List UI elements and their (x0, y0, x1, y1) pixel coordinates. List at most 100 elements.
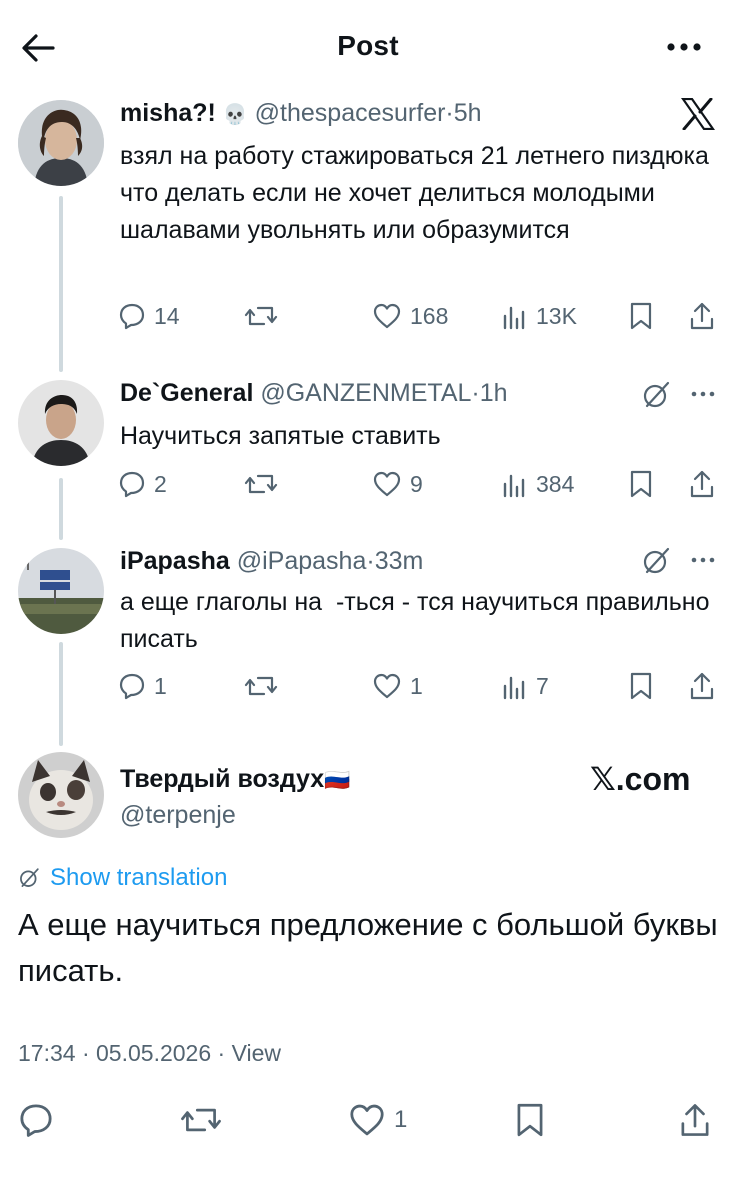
more-dots-icon[interactable] (686, 550, 720, 570)
avatar[interactable] (18, 100, 104, 186)
like-button[interactable]: 9 (372, 466, 423, 502)
display-name[interactable]: iPapasha (120, 547, 230, 575)
post-header: iPapasha @iPapasha·33m (120, 546, 423, 576)
user-handle[interactable]: @thespacesurfer (255, 99, 446, 127)
repost-button[interactable] (244, 668, 286, 704)
bookmark-button[interactable] (628, 668, 654, 704)
separator: · (445, 99, 454, 127)
like-button[interactable]: 1 (348, 1098, 407, 1142)
share-button[interactable] (678, 1098, 712, 1142)
views-button[interactable]: 13K (500, 298, 577, 334)
like-button[interactable]: 1 (372, 668, 423, 704)
xcom-watermark: 𝕏.com (590, 761, 691, 797)
grok-icon[interactable] (638, 378, 674, 412)
repost-icon (244, 470, 278, 498)
main-post-text: А еще научиться предложение с большой бу… (18, 907, 718, 988)
like-button[interactable]: 168 (372, 298, 448, 334)
post-time[interactable]: 5h (454, 99, 482, 127)
user-handle[interactable]: @GANZENMETAL (260, 379, 471, 407)
like-count: 1 (394, 1106, 408, 1133)
share-button[interactable] (688, 668, 716, 704)
repost-icon (180, 1102, 222, 1138)
post-header: misha?! 💀 @thespacesurfer·5h (120, 98, 482, 130)
show-translation-link[interactable]: Show translation (18, 864, 227, 892)
bookmark-button[interactable] (514, 1098, 546, 1142)
bookmark-button[interactable] (628, 298, 654, 334)
view-count: 13K (536, 302, 577, 329)
page-title: Post (337, 30, 399, 61)
views-link[interactable]: View (232, 1040, 281, 1066)
views-chart-icon (500, 302, 528, 330)
bookmark-button[interactable] (628, 466, 654, 502)
display-name[interactable]: misha?! (120, 99, 216, 127)
share-button[interactable] (688, 298, 716, 334)
post-time[interactable]: 1h (480, 379, 508, 407)
post-time[interactable]: 17:34 (18, 1040, 76, 1066)
more-options-button[interactable] (662, 32, 706, 62)
reply-button[interactable] (18, 1098, 62, 1142)
like-count: 168 (410, 302, 449, 329)
post-meta: 17:34 · 05.05.2026 · View (18, 1040, 281, 1067)
skull-emoji: 💀 (222, 104, 248, 126)
reply-icon (18, 1102, 54, 1138)
display-name[interactable]: Твердый воздух (120, 765, 324, 793)
top-bar: Post (0, 0, 736, 96)
separator: · (81, 1040, 90, 1066)
post-date[interactable]: 05.05.2026 (96, 1040, 211, 1066)
reply-count: 1 (154, 672, 167, 699)
post-actions: 14 168 13K (0, 298, 736, 334)
repost-button[interactable] (180, 1098, 230, 1142)
heart-icon (348, 1102, 386, 1138)
heart-icon (372, 672, 402, 700)
avatar[interactable] (18, 752, 104, 838)
post-actions: 1 1 7 (0, 668, 736, 704)
view-count: 7 (536, 672, 549, 699)
share-icon (688, 469, 716, 499)
share-icon (688, 301, 716, 331)
main-post-actions: 1 (0, 1098, 736, 1142)
reply-count: 2 (154, 470, 167, 497)
more-dots-icon (667, 43, 701, 51)
heart-icon (372, 302, 402, 330)
like-count: 9 (410, 470, 423, 497)
repost-button[interactable] (244, 466, 286, 502)
post-text: а еще глаголы на -ться - тся научиться п… (120, 588, 717, 653)
grok-icon (18, 867, 40, 889)
bookmark-icon (628, 301, 654, 331)
post-text: Научиться запятые ставить (120, 422, 441, 450)
display-name[interactable]: De`General (120, 379, 253, 407)
bookmark-icon (628, 671, 654, 701)
views-chart-icon (500, 672, 528, 700)
avatar[interactable] (18, 548, 104, 634)
main-post-header: Твердый воздух🇷🇺 (120, 764, 350, 796)
reply-button[interactable]: 1 (118, 668, 167, 704)
bookmark-icon (628, 469, 654, 499)
post-header: De`General @GANZENMETAL·1h (120, 378, 508, 408)
post-actions: 2 9 384 (0, 466, 736, 502)
separator: · (366, 547, 375, 575)
post-text: взял на работу стажироваться 21 летнего … (120, 142, 709, 244)
repost-icon (244, 672, 278, 700)
reply-count: 14 (154, 302, 180, 329)
user-handle[interactable]: @iPapasha (237, 547, 367, 575)
user-handle[interactable]: @terpenje (120, 800, 236, 830)
russia-flag-emoji: 🇷🇺 (324, 769, 351, 792)
repost-button[interactable] (244, 298, 286, 334)
show-translation-label: Show translation (50, 864, 228, 891)
like-count: 1 (410, 672, 423, 699)
reply-icon (118, 470, 146, 498)
more-dots-icon[interactable] (686, 384, 720, 404)
views-button[interactable]: 384 (500, 466, 574, 502)
repost-icon (244, 302, 278, 330)
grok-icon[interactable] (638, 544, 674, 578)
reply-button[interactable]: 14 (118, 298, 180, 334)
thread-line (59, 196, 63, 372)
reply-button[interactable]: 2 (118, 466, 167, 502)
separator: · (217, 1040, 226, 1066)
avatar[interactable] (18, 380, 104, 466)
post-time[interactable]: 33m (375, 547, 424, 575)
views-button[interactable]: 7 (500, 668, 549, 704)
view-count: 384 (536, 470, 575, 497)
share-button[interactable] (688, 466, 716, 502)
reply-icon (118, 672, 146, 700)
